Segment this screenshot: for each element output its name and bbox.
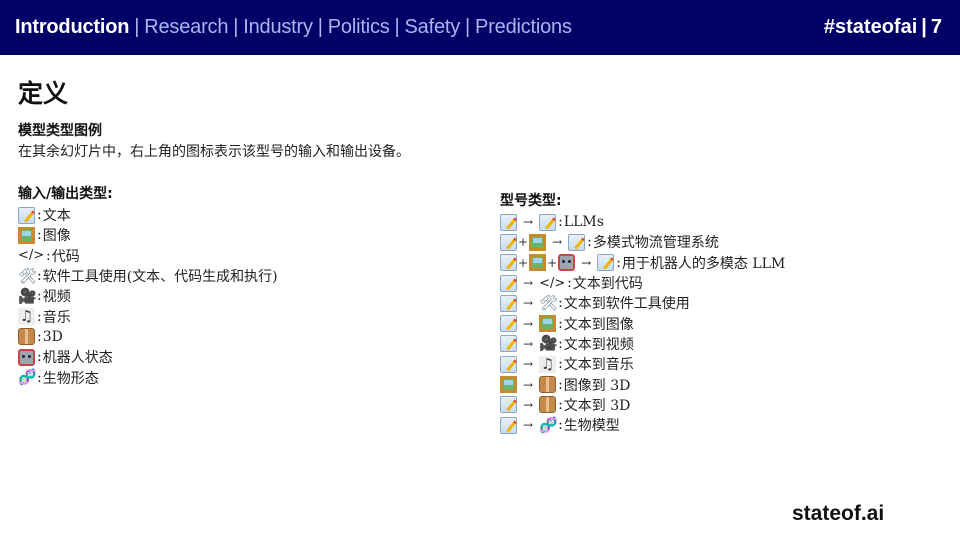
model-types-heading: 型号类型: [500,193,562,209]
image-icon [18,226,35,244]
text-icon [500,233,517,251]
nav-separator: | [134,16,140,38]
list-item: →: LLMs [500,212,785,232]
nav-research[interactable]: Research [144,16,228,38]
legend-heading: 模型类型图例 [18,123,102,139]
list-item: ♫: 音乐 [18,307,71,326]
list-item: + + →: 用于机器人的多模态 LLM [500,253,785,273]
list-item: + →: 多模式物流管理系统 [500,232,785,252]
tools-icon: 🛠 [539,293,559,312]
arrow-icon: → [523,357,534,372]
text-icon [500,335,517,353]
text-icon [500,315,517,333]
text-icon [500,274,517,292]
arrow-icon: → [523,296,534,311]
code-icon: </> [18,248,45,264]
text-icon [500,213,517,231]
text-icon [597,254,615,272]
music-icon: ♫ [18,307,35,326]
text-icon [500,355,517,373]
slide-tag: #stateofai | 7 [824,16,942,39]
arrow-icon: → [523,316,534,331]
tools-icon: 🛠 [18,266,38,285]
model-types-list: 型号类型: →: LLMs + →: 多模式物流管理系统 + + →: 用于机器人的多模态 … [500,190,785,435]
nav-introduction[interactable]: Introduction [15,16,129,38]
header-bar: Introduction | Research | Industry | Politics |… [0,0,960,55]
legend-description: 在其余幻灯片中，右上角的图标表示该型号的输入和输出设备。 [18,144,410,160]
video-camera-icon: 🎥 [18,286,37,305]
list-item: 🎥: 视频 [18,286,71,306]
dna-icon: 🧬 [539,415,558,434]
io-types-heading: 输入/输出类型: [18,186,113,202]
music-icon: ♫ [539,354,557,373]
list-item: → ♫: 文本到音乐 [500,354,785,374]
list-item: : 图像 [18,225,278,245]
list-item: : 文本 [18,205,278,225]
code-icon: </> [539,275,566,291]
list-item: →: 文本到图像 [500,313,785,333]
list-item: : 机器人状态 [18,347,278,367]
list-item: :3D [18,327,278,347]
box-3d-icon [539,396,557,414]
tag-separator: | [921,16,927,38]
robot-icon [18,348,35,366]
nav-predictions[interactable]: Predictions [475,16,572,38]
nav-politics[interactable]: Politics [328,16,390,38]
arrow-icon: → [523,215,534,230]
nav-separator: | [465,16,471,38]
list-item: </>: 代码 [18,247,80,265]
text-icon [500,254,517,272]
image-icon [529,233,547,251]
text-icon [500,396,517,414]
text-icon [18,206,35,224]
image-icon [500,376,517,394]
section-nav: Introduction | Research | Industry | Politics |… [15,16,572,39]
image-icon [539,315,557,333]
arrow-icon: → [581,255,592,270]
arrow-icon: → [523,276,534,291]
video-camera-icon: 🎥 [539,334,558,353]
box-3d-icon [18,328,35,346]
text-icon [500,416,517,434]
nav-separator: | [394,16,400,38]
arrow-icon: → [523,397,534,412]
nav-industry[interactable]: Industry [243,16,313,38]
hashtag: #stateofai [823,16,918,38]
arrow-icon: → [523,418,534,433]
list-item: 🧬: 生物形态 [18,368,99,387]
list-item: → 🧬: 生物模型 [500,415,785,435]
image-icon [529,254,547,272]
io-types-list: 输入/输出类型: : 文本 : 图像 </>: 代码 🛠: 软件工具使用(文本、代码生成… [18,183,278,388]
list-item: →: 图像到 3D [500,374,785,394]
arrow-icon: → [523,377,534,392]
nav-safety[interactable]: Safety [405,16,461,38]
footer-brand[interactable]: stateof.ai [792,502,884,526]
list-item: →: 文本到 3D [500,395,785,415]
arrow-icon: → [523,336,534,351]
list-item: 🛠: 软件工具使用(文本、代码生成和执行) [18,266,278,286]
nav-separator: | [317,16,323,38]
list-item: → </>: 文本到代码 [500,273,785,293]
text-icon [568,233,586,251]
list-item: → 🎥: 文本到视频 [500,334,785,354]
text-icon [500,294,517,312]
arrow-icon: → [552,235,563,250]
nav-separator: | [233,16,239,38]
box-3d-icon [539,376,557,394]
text-icon [539,213,557,231]
page-title: 定义 [18,79,69,108]
robot-icon [558,254,576,272]
list-item: → 🛠: 文本到软件工具使用 [500,293,785,313]
dna-icon: 🧬 [18,368,37,387]
page-number: 7 [930,16,942,38]
